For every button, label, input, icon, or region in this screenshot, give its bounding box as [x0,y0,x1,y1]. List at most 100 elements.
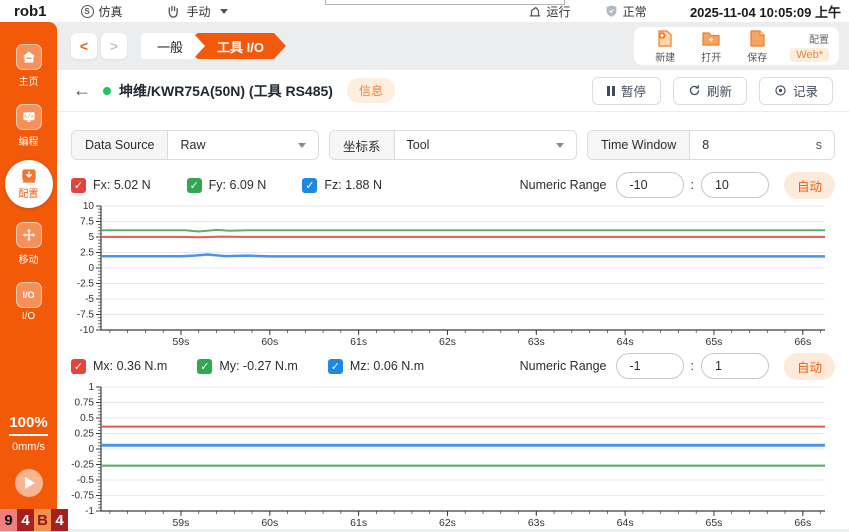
legend-my[interactable]: ✓ My: -0.27 N.m [197,359,298,374]
mode-dropdown[interactable]: 手动 [165,3,228,20]
numeric-range-label: Numeric Range [520,178,607,192]
play-button[interactable] [15,469,43,497]
sidebar-item-label: 主页 [19,73,39,88]
refresh-icon [688,84,701,97]
mz-checkbox[interactable]: ✓ [328,359,343,374]
time-window-label: Time Window [588,131,690,159]
svg-text:61s: 61s [350,517,367,529]
torque-range-max-input[interactable]: 1 [701,353,769,379]
speed-value: 0mm/s [12,441,45,453]
run-icon [528,5,542,18]
svg-text:0: 0 [88,444,94,455]
simulation-toggle[interactable]: S 仿真 [81,3,123,20]
force-range-max-input[interactable]: 10 [701,172,769,198]
open-button[interactable]: 打开 [690,29,732,64]
svg-text:7.5: 7.5 [80,217,94,228]
sidebar-item-label: I/O [22,311,35,322]
code-monitor-icon: </> [16,104,42,130]
mx-checkbox[interactable]: ✓ [71,359,86,374]
save-icon [747,29,767,48]
speed-percent[interactable]: 100% [9,414,47,436]
folder-open-icon [701,29,721,48]
time-window-unit: s [816,138,822,152]
svg-text:5: 5 [88,232,94,243]
robot-name: rob1 [14,3,47,20]
svg-text:64s: 64s [617,517,634,529]
record-icon [774,84,787,97]
run-label: 运行 [547,3,571,20]
legend-fz[interactable]: ✓ Fz: 1.88 N [302,178,382,193]
status-badge: 4 [17,509,34,531]
force-range-min-input[interactable]: -10 [616,172,684,198]
fx-checkbox[interactable]: ✓ [71,178,86,193]
sidebar-item-config[interactable]: 配置 [5,160,53,208]
sidebar-item-move[interactable]: 移动 [16,222,42,266]
main-area: < > 一般 工具 I/O 新建 打开 [57,22,849,531]
sidebar-item-label: 移动 [19,251,39,266]
svg-text:61s: 61s [350,336,367,348]
svg-text:62s: 62s [439,336,456,348]
torque-range-min-input[interactable]: -1 [616,353,684,379]
time-window-input-group: Time Window 8 s [587,130,835,160]
force-auto-button[interactable]: 自动 [784,172,835,199]
force-range-controls: Numeric Range -10 : 10 自动 [520,172,835,199]
data-source-value[interactable]: Raw [168,131,318,159]
svg-text:2.5: 2.5 [80,248,94,259]
open-label: 打开 [701,49,721,64]
device-header: ← 坤维/KWR75A(50N) (工具 RS485) 信息 暂停 刷新 [57,70,849,112]
legend-fy[interactable]: ✓ Fy: 6.09 N [187,178,267,193]
legend-mx[interactable]: ✓ Mx: 0.36 N.m [71,359,167,374]
chevron-down-icon [556,143,564,148]
new-button[interactable]: 新建 [644,29,686,64]
legend-fx[interactable]: ✓ Fx: 5.02 N [71,178,151,193]
nav-back-button[interactable]: < [71,33,97,59]
coordinate-frame-select: 坐标系 Tool [329,130,577,160]
svg-text:1: 1 [88,382,94,393]
time-window-input[interactable]: 8 s [690,131,834,159]
refresh-label: 刷新 [707,81,732,100]
record-label: 记录 [793,81,818,100]
svg-text:59s: 59s [172,517,189,529]
info-badge[interactable]: 信息 [347,78,395,103]
save-button[interactable]: 保存 [736,29,778,64]
sidebar-item-io[interactable]: I/O I/O [16,282,42,322]
back-arrow-icon[interactable]: ← [73,80,91,101]
fy-value: Fy: 6.09 N [209,178,267,192]
sidebar-item-home[interactable]: 主页 [16,44,42,88]
frame-value[interactable]: Tool [395,131,576,159]
sidebar-item-label: 配置 [19,185,39,200]
my-checkbox[interactable]: ✓ [197,359,212,374]
health-label: 正常 [623,3,647,20]
svg-text:66s: 66s [794,517,811,529]
tab-general[interactable]: 一般 [141,33,205,59]
fz-checkbox[interactable]: ✓ [302,178,317,193]
svg-text:-0.25: -0.25 [71,460,94,471]
torque-range-controls: Numeric Range -1 : 1 自动 [520,353,835,380]
move-arrows-icon [16,222,42,248]
nav-forward-button[interactable]: > [101,33,127,59]
status-badge: B [34,509,51,531]
refresh-button[interactable]: 刷新 [673,77,747,105]
home-icon [16,44,42,70]
tab-tool-io[interactable]: 工具 I/O [195,33,286,59]
my-value: My: -0.27 N.m [219,359,298,373]
svg-text:60s: 60s [261,517,278,529]
fy-checkbox[interactable]: ✓ [187,178,202,193]
save-label: 保存 [747,49,767,64]
pause-button[interactable]: 暂停 [592,77,661,105]
sidebar-item-program[interactable]: </> 编程 [16,104,42,148]
range-colon: : [691,178,694,192]
mode-label: 手动 [187,3,211,20]
device-online-dot [103,87,111,95]
run-status: 运行 [528,3,571,20]
hand-icon [165,4,182,19]
torque-auto-button[interactable]: 自动 [784,353,835,380]
svg-text:-0.5: -0.5 [77,475,95,486]
sidebar: 主页 </> 编程 配置 移动 I/O I/O 100% 0mm/s [0,22,57,531]
config-web-button[interactable]: 配置 Web* [790,31,829,62]
record-button[interactable]: 记录 [759,77,833,105]
numeric-range-label: Numeric Range [520,359,607,373]
svg-text:65s: 65s [705,336,722,348]
legend-mz[interactable]: ✓ Mz: 0.06 N.m [328,359,424,374]
svg-text:62s: 62s [439,517,456,529]
